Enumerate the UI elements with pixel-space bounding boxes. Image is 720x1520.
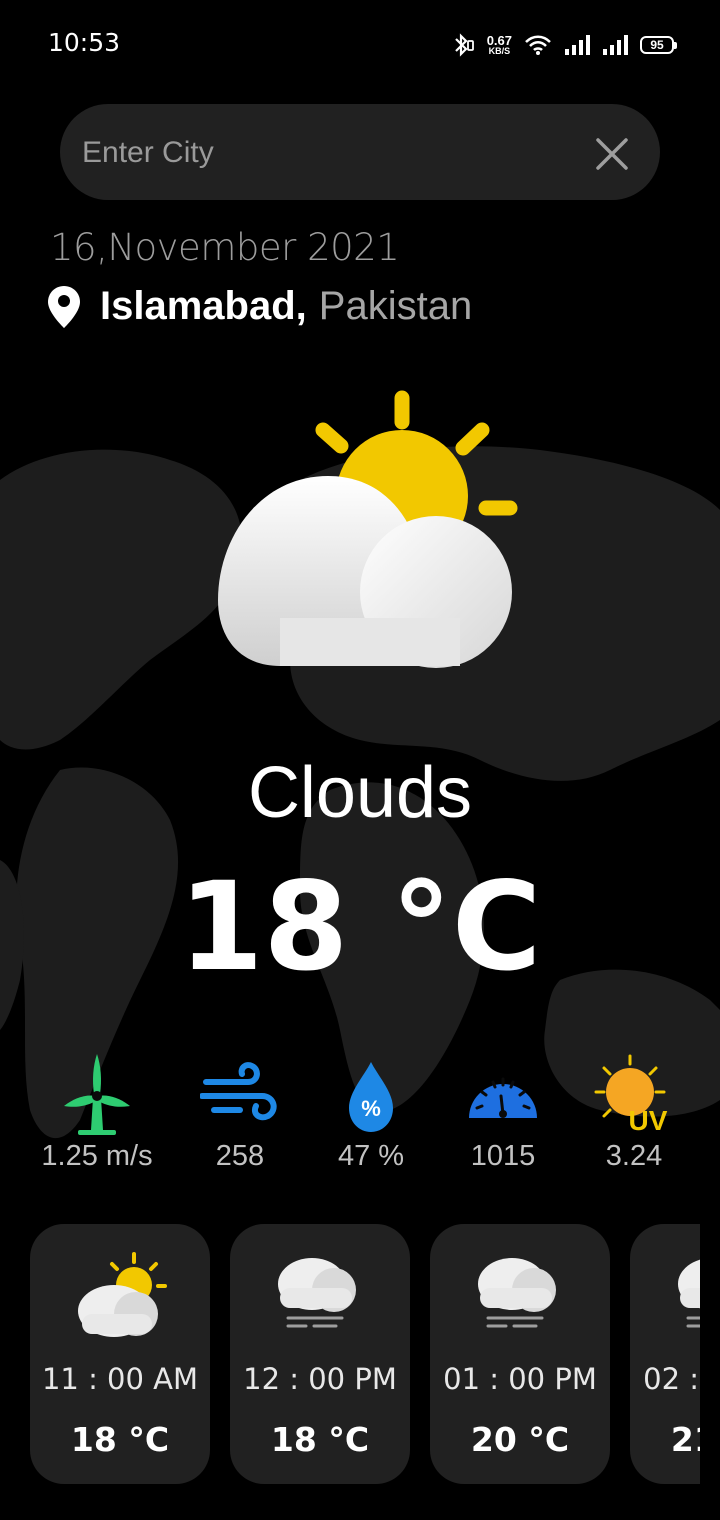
wind-turbine-icon [64,1054,130,1135]
city-search-bar [60,104,660,200]
hourly-forecast[interactable]: 11 : 00 AM 18 °C 12 : 00 PM 18 °C 01: 0… [30,1224,700,1484]
signal-icon [603,35,628,55]
hourly-card[interactable]: 12 : 00 PM 18 °C [230,1224,410,1484]
hourly-time: 01 : 00 PM [443,1362,597,1396]
net-speed-unit: KB/S [488,46,511,56]
stat-value: 1.25 m/s [41,1140,153,1172]
location: Islamabad, Pakistan [48,284,472,329]
signal-icon [565,35,590,55]
partly-cloudy-icon [78,1252,167,1337]
stat-value: 47 % [337,1140,405,1172]
city-search-input[interactable] [80,124,584,182]
wifi-icon [525,35,551,55]
wind-icon [200,1062,277,1121]
hourly-card[interactable]: 02 : 00 PM 21 °C [630,1224,700,1484]
hourly-card[interactable]: 11 : 00 AM 18 °C [30,1224,210,1484]
hourly-time: 02 : 00 PM [643,1362,700,1396]
hourly-temp: 18 °C [270,1420,370,1459]
status-icons: 0.67 KB/S 95 [451,30,677,60]
net-speed: 0.67 KB/S [487,34,512,56]
close-icon[interactable] [592,134,632,174]
stat-wind-direction: 258 [175,1052,305,1173]
hourly-time: 11 : 00 AM [41,1362,199,1396]
svg-text:%: % [361,1096,381,1121]
fog-icon [278,1258,356,1328]
bluetooth-icon [454,33,474,57]
hourly-temp: 21 °C [670,1420,700,1459]
status-time: 10:53 [48,28,121,57]
hourly-card[interactable]: 01 : 00 PM 20 °C [430,1224,610,1484]
location-pin-icon [48,285,80,328]
stat-value: 3.24 [605,1140,663,1172]
svg-text:UV: UV [629,1105,668,1136]
stat-uv-index: UV 3.24 [569,1052,699,1173]
fog-icon [678,1259,700,1328]
current-temperature: 18 °C [178,856,542,998]
stat-value: 1015 [470,1140,536,1172]
location-country: Pakistan [318,284,473,328]
stat-wind-speed: 1.25 m/s [32,1052,162,1173]
weather-stats: 1.25 m/s 258 % 47 % 1015 UV 3.24 [0,1052,720,1182]
hourly-time: 12 : 00 PM [243,1362,397,1396]
humidity-drop-icon: % [349,1062,393,1132]
stat-value: 258 [215,1140,265,1172]
battery-icon: 95 [640,36,677,54]
stat-humidity: % 47 % [306,1052,436,1173]
uv-sun-icon: UV [594,1054,668,1136]
fog-icon [478,1258,556,1328]
battery-level: 95 [650,38,664,52]
stat-pressure: 1015 [438,1052,568,1173]
current-date: 16,November 2021 [50,226,400,269]
hourly-temp: 20 °C [470,1420,570,1459]
pressure-gauge-icon [469,1077,537,1118]
partly-cloudy-icon [218,390,518,668]
hourly-temp: 18 °C [70,1420,170,1459]
status-bar: 10:53 0.67 KB/S 95 [0,0,720,88]
location-city: Islamabad, [100,284,307,328]
weather-condition: Clouds [247,753,473,833]
